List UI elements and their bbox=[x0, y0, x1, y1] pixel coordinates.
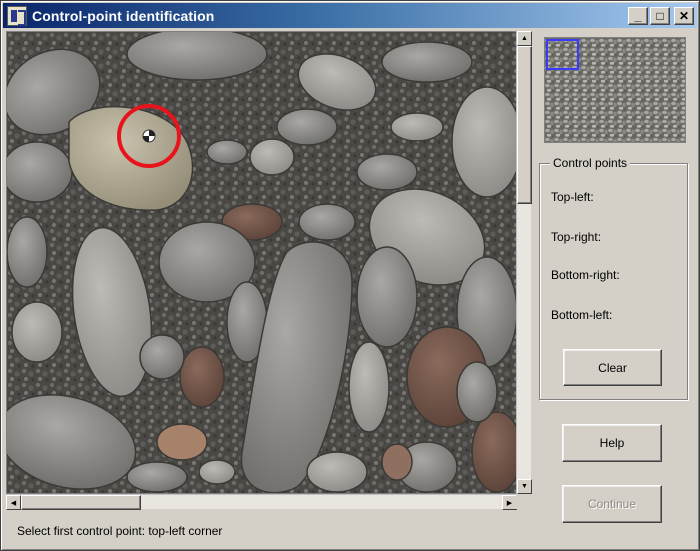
image-viewport[interactable] bbox=[6, 31, 517, 494]
thumbnail-overview[interactable] bbox=[544, 37, 686, 143]
status-message: Select first control point: top-left cor… bbox=[17, 524, 223, 538]
control-points-title: Control points bbox=[550, 156, 631, 170]
clear-button[interactable]: Clear bbox=[563, 349, 662, 386]
close-button[interactable]: ✕ bbox=[674, 7, 694, 25]
bottom-left-label: Bottom-left: bbox=[551, 308, 613, 322]
scroll-up-button[interactable]: ▲ bbox=[517, 31, 532, 46]
pebble-image[interactable] bbox=[7, 32, 517, 494]
window-controls: _ □ ✕ bbox=[628, 7, 694, 25]
maximize-button[interactable]: □ bbox=[650, 7, 670, 25]
title-bar[interactable]: Control-point identification _ □ ✕ bbox=[3, 3, 697, 28]
thumbnail-view-frame[interactable] bbox=[546, 39, 579, 70]
minimize-button[interactable]: _ bbox=[628, 7, 648, 25]
horizontal-scroll-thumb[interactable] bbox=[21, 495, 141, 510]
vertical-scrollbar[interactable]: ▲ ▼ bbox=[516, 31, 532, 494]
scrollbar-corner bbox=[516, 494, 531, 509]
app-icon[interactable] bbox=[7, 5, 27, 26]
scroll-left-button[interactable]: ◀ bbox=[6, 495, 21, 510]
vertical-scroll-thumb[interactable] bbox=[517, 46, 532, 204]
control-points-group: Control points Top-left: Top-right: Bott… bbox=[539, 156, 688, 400]
main-window: Control-point identification _ □ ✕ ▲ ▼ ◀… bbox=[0, 0, 700, 551]
window-title: Control-point identification bbox=[32, 7, 215, 24]
bottom-right-label: Bottom-right: bbox=[551, 268, 620, 282]
help-button[interactable]: Help bbox=[562, 424, 662, 462]
horizontal-scrollbar[interactable]: ◀ ▶ bbox=[6, 494, 517, 510]
top-left-label: Top-left: bbox=[551, 190, 594, 204]
scroll-down-button[interactable]: ▼ bbox=[517, 479, 532, 494]
scroll-right-button[interactable]: ▶ bbox=[502, 495, 517, 510]
continue-button[interactable]: Continue bbox=[562, 485, 662, 523]
top-right-label: Top-right: bbox=[551, 230, 602, 244]
